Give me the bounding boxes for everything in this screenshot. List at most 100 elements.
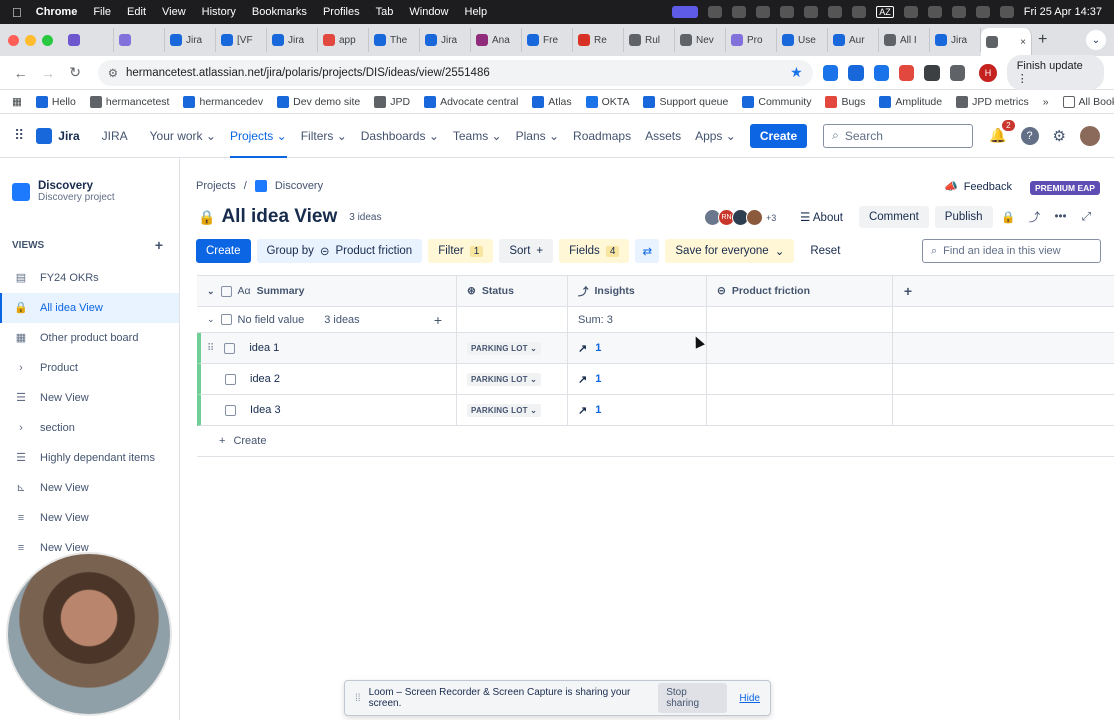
browser-tab[interactable]: Jira	[930, 28, 981, 52]
group-collapse-icon[interactable]: ⌄	[207, 314, 215, 325]
idea-summary[interactable]: idea 2	[250, 373, 280, 385]
stop-sharing-button[interactable]: Stop sharing	[658, 683, 728, 713]
summary-cell[interactable]: Idea 3	[201, 395, 457, 425]
add-idea-to-group-icon[interactable]: +	[434, 312, 442, 328]
bookmark-item[interactable]: Amplitude	[879, 95, 942, 108]
add-column-icon[interactable]: +	[893, 276, 923, 306]
more-options-icon[interactable]: •••	[1051, 211, 1071, 223]
loom-webcam-bubble[interactable]	[6, 552, 172, 716]
bookmark-item[interactable]: Dev demo site	[277, 95, 360, 108]
search-input[interactable]: ⌕ Search	[823, 123, 974, 148]
insights-value[interactable]: ↗ 1	[578, 373, 601, 386]
close-tab-icon[interactable]: ×	[1020, 37, 1026, 48]
nav-dashboards[interactable]: Dashboards ⌄	[361, 129, 439, 143]
bookmark-item[interactable]: Support queue	[643, 95, 728, 108]
product-friction-cell[interactable]	[707, 333, 893, 363]
group-checkbox[interactable]	[220, 314, 232, 325]
product-friction-cell[interactable]	[707, 364, 893, 394]
clock[interactable]: Fri 25 Apr 14:37	[1024, 6, 1102, 18]
app-switcher-icon[interactable]: ⠿	[14, 127, 24, 144]
browser-tab[interactable]: Jira	[420, 28, 471, 52]
nav-your-work[interactable]: Your work ⌄	[150, 129, 216, 143]
nav-site[interactable]: JIRA	[102, 129, 128, 143]
bookmark-item[interactable]: JPD metrics	[956, 95, 1029, 108]
sidebar-view-item[interactable]: › Product	[0, 353, 179, 383]
sidebar-view-item[interactable]: ≡ New View	[0, 503, 179, 533]
insights-cell[interactable]: ↗ 1	[568, 364, 707, 394]
forward-icon[interactable]: →	[37, 65, 58, 81]
project-header[interactable]: Discovery Discovery project	[0, 158, 179, 217]
feedback-button[interactable]: 📣 Feedback	[944, 180, 1012, 194]
settings-gear-icon[interactable]: ⚙	[1053, 127, 1066, 145]
browser-tab[interactable]: app	[318, 28, 369, 52]
browser-tab[interactable]: ×	[981, 28, 1032, 56]
status-dropdown[interactable]: PARKING LOT ⌄	[467, 403, 542, 417]
menu-window[interactable]: Window	[409, 6, 448, 18]
browser-tab[interactable]: Fre	[522, 28, 573, 52]
browser-tab[interactable]: Jira	[165, 28, 216, 52]
tab-search-icon[interactable]: ⌄	[1086, 30, 1106, 50]
summary-cell[interactable]: ⠿ idea 1	[201, 333, 457, 363]
wifi-icon[interactable]	[951, 6, 966, 18]
group-by-button[interactable]: Group by ⊝ Product friction	[256, 239, 423, 263]
drag-handle-icon[interactable]: ⁞⁞	[355, 693, 361, 704]
row-checkbox[interactable]	[224, 342, 236, 354]
table-row[interactable]: ⠿ idea 1 PARKING LOT ⌄ ↗ 1	[197, 333, 1114, 364]
insights-value[interactable]: ↗ 1	[578, 342, 601, 355]
idea-summary[interactable]: Idea 3	[250, 404, 281, 416]
create-button[interactable]: Create	[749, 123, 808, 148]
filter-button[interactable]: Filter 1	[428, 239, 494, 263]
collapse-all-icon[interactable]: ⌄	[207, 286, 215, 297]
nav-apps[interactable]: Apps ⌄	[695, 129, 736, 143]
bookmarks-overflow-icon[interactable]: »	[1043, 96, 1049, 108]
drag-handle-icon[interactable]: ⠿	[207, 343, 214, 354]
page-title[interactable]: All idea View	[221, 206, 337, 228]
bookmark-item[interactable]: Advocate central	[424, 95, 518, 108]
bookmark-item[interactable]: Community	[742, 95, 811, 108]
nav-teams[interactable]: Teams ⌄	[453, 129, 502, 143]
keyboard-input-indicator[interactable]: AZ	[876, 6, 894, 18]
row-checkbox[interactable]	[225, 373, 236, 385]
sort-button[interactable]: Sort +	[499, 239, 554, 263]
nav-assets[interactable]: Assets	[645, 129, 681, 143]
browser-tab[interactable]: Pro	[726, 28, 777, 52]
summary-cell[interactable]: idea 2	[201, 364, 457, 394]
nav-projects[interactable]: Projects ⌄	[229, 129, 287, 158]
status-dropdown[interactable]: PARKING LOT ⌄	[467, 341, 542, 355]
product-friction-cell[interactable]	[707, 395, 893, 425]
bluetooth-icon[interactable]	[828, 6, 843, 18]
share-icon[interactable]: ⤴	[1025, 209, 1045, 225]
control-center-icon[interactable]	[999, 6, 1014, 18]
browser-tab[interactable]: Re	[573, 28, 624, 52]
browser-tab[interactable]: All I	[879, 28, 930, 52]
bookmark-item[interactable]: Atlas	[532, 95, 572, 108]
bookmark-item[interactable]: hermancetest	[89, 95, 169, 108]
close-window-button[interactable]	[8, 34, 19, 46]
find-idea-input[interactable]: ⌕ Find an idea in this view	[922, 239, 1101, 263]
status-dropdown[interactable]: PARKING LOT ⌄	[467, 372, 542, 386]
publish-button[interactable]: Publish	[934, 206, 993, 228]
jira-logo-icon[interactable]	[36, 127, 53, 144]
browser-tab[interactable]: Nev	[675, 28, 726, 52]
sidebar-view-item[interactable]: ▤ FY24 OKRs	[0, 263, 179, 293]
bookmark-star-icon[interactable]: ★	[790, 64, 803, 81]
browser-tab[interactable]: [VF	[216, 28, 267, 52]
cloud-icon[interactable]	[756, 6, 771, 18]
menu-help[interactable]: Help	[465, 6, 488, 18]
apps-grid-icon[interactable]: ▦	[12, 96, 22, 108]
menu-edit[interactable]: Edit	[127, 6, 146, 18]
breadcrumb-discovery[interactable]: Discovery	[275, 180, 323, 192]
collaborator-avatars[interactable]: RN +3	[704, 209, 776, 226]
minimize-window-button[interactable]	[25, 34, 36, 46]
nav-filters[interactable]: Filters ⌄	[301, 129, 347, 143]
sidebar-view-item[interactable]: ▦ Other product board	[0, 323, 179, 353]
add-view-icon[interactable]: +	[155, 237, 163, 253]
sidebar-view-item[interactable]: › section	[0, 413, 179, 443]
nav-roadmaps[interactable]: Roadmaps	[573, 129, 631, 143]
comment-button[interactable]: Comment	[858, 206, 929, 228]
sidebar-view-item[interactable]: ☰ Highly dependant items	[0, 443, 179, 473]
extension-tools-icon[interactable]	[848, 64, 864, 81]
about-button[interactable]: ☰ About	[790, 205, 853, 229]
lock-view-icon[interactable]: 🔒	[999, 210, 1019, 224]
menu-app[interactable]: Chrome	[36, 6, 78, 18]
